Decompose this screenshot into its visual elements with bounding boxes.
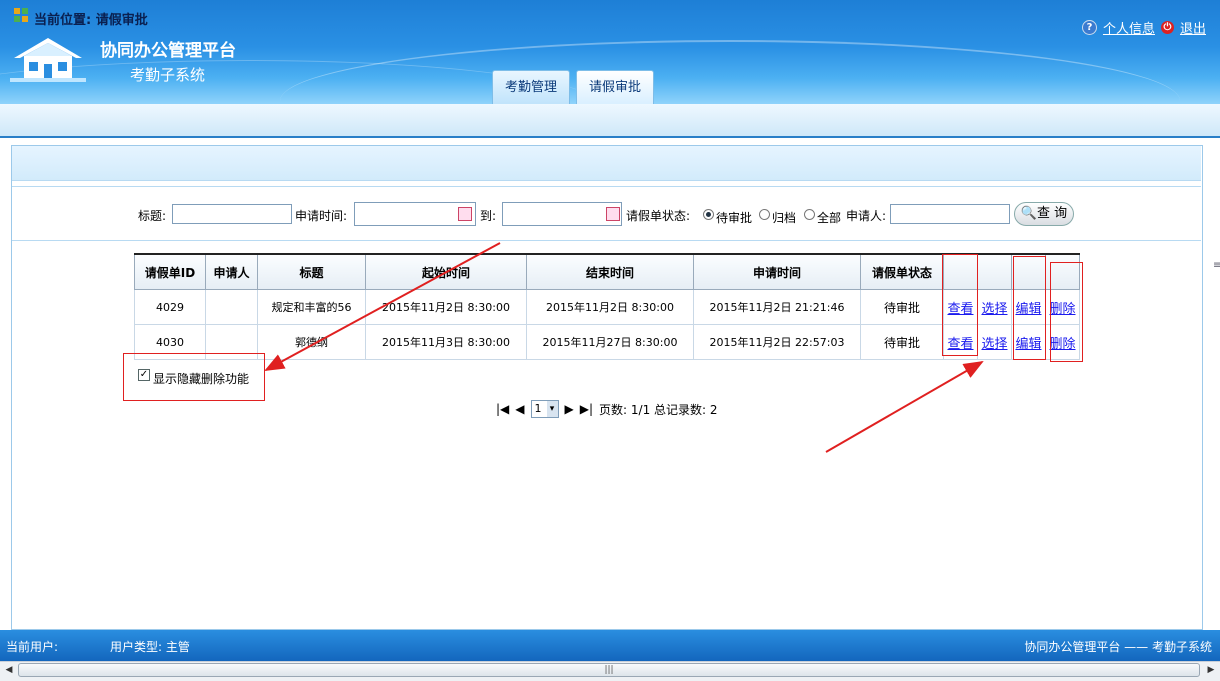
show-delete-label: 显示隐藏删除功能 [153, 372, 250, 386]
current-user-label: 当前用户: [6, 640, 59, 654]
last-page-icon[interactable]: ▶| [580, 402, 593, 416]
footer-system-name: 协同办公管理平台 —— 考勤子系统 [1024, 640, 1212, 654]
scroll-left-icon[interactable]: ◀ [2, 663, 16, 677]
show-delete-checkbox[interactable]: ✓ [138, 369, 150, 381]
pager: |◀ ◀ 1 ▶ ▶| 页数: 1/1 总记录数: 2 [496, 400, 718, 418]
first-page-icon[interactable]: |◀ [496, 402, 509, 416]
page-info: 页数: 1/1 总记录数: 2 [599, 402, 718, 417]
scrollbar-thumb[interactable]: ||| [18, 663, 1200, 677]
user-type-label: 用户类型: 主管 [110, 640, 190, 654]
vertical-scroll-grip[interactable]: ≡ [1213, 260, 1220, 271]
annotation-arrows [264, 242, 984, 453]
next-page-icon[interactable]: ▶ [565, 402, 574, 416]
page-select[interactable]: 1 [530, 400, 559, 418]
scroll-right-icon[interactable]: ▶ [1204, 663, 1218, 677]
prev-page-icon[interactable]: ◀ [515, 402, 524, 416]
status-footer: 当前用户: 用户类型: 主管 协同办公管理平台 —— 考勤子系统 [0, 630, 1220, 661]
